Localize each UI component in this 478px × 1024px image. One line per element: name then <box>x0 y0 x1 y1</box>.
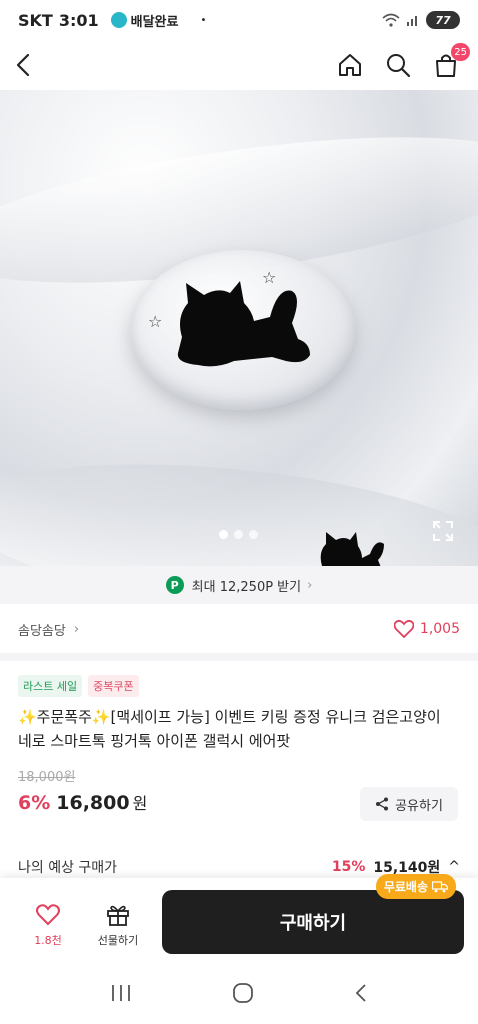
heart-icon <box>36 904 60 926</box>
sale-price: 16,800 <box>56 792 130 814</box>
star-decoration: ☆ <box>148 312 163 331</box>
share-icon <box>376 797 389 811</box>
top-nav: 25 <box>0 40 478 90</box>
status-bar: SKT 3:01 배달완료 • 77 <box>0 0 478 40</box>
star-decoration: ☆ <box>262 268 277 287</box>
wishlist-count: 1.8천 <box>34 934 62 947</box>
home-circle-icon <box>233 983 253 1003</box>
free-shipping-label: 무료배송 <box>383 880 428 894</box>
search-icon <box>387 54 411 78</box>
system-back-icon <box>355 984 366 1002</box>
point-reward-text: 최대 12,250P 받기 <box>191 579 302 595</box>
carrier-label: SKT <box>18 10 53 30</box>
gift-icon-wrap <box>88 902 148 928</box>
product-image-gallery[interactable]: ☆ ☆ <box>0 90 478 566</box>
store-like-button[interactable]: 1,005 <box>393 620 460 638</box>
share-button[interactable]: 공유하기 <box>360 787 458 821</box>
header-actions: 25 <box>334 43 470 81</box>
point-icon: P <box>165 576 184 594</box>
notification-dot: • <box>200 14 207 26</box>
coupon-badge: 중복쿠폰 <box>88 675 139 697</box>
expected-price-label: 나의 예상 구매가 <box>18 860 118 876</box>
original-price: 18,000원 <box>18 770 76 785</box>
back-icon <box>16 53 30 77</box>
point-reward-bar[interactable]: P 최대 12,250P 받기 › <box>0 566 478 604</box>
heart-icon <box>393 620 414 638</box>
delivery-label: 배달완료 <box>130 14 179 30</box>
page-dot[interactable] <box>219 530 228 539</box>
system-home-button[interactable] <box>232 982 254 1010</box>
gift-label: 선물하기 <box>97 934 139 947</box>
status-icons: 77 <box>382 11 460 29</box>
currency-label: 원 <box>132 794 148 813</box>
black-cat-keyring <box>320 532 384 566</box>
free-shipping-badge: 무료배송 <box>375 874 456 899</box>
home-button[interactable] <box>334 49 366 81</box>
gallery-pagination <box>219 530 258 539</box>
chevron-up-icon: ^ <box>448 859 460 875</box>
wifi-icon <box>382 13 400 27</box>
buy-label: 구매하기 <box>279 913 347 934</box>
page-dot[interactable] <box>249 530 258 539</box>
expected-discount: 15% <box>331 859 366 875</box>
delivery-notification: 배달완료 <box>110 11 179 30</box>
gift-button[interactable]: 선물하기 <box>88 902 148 948</box>
share-label: 공유하기 <box>395 798 443 814</box>
discount-rate: 6% <box>18 792 51 814</box>
store-row: 솜당솜당 › 1,005 <box>0 605 478 661</box>
recent-apps-icon <box>112 985 130 1001</box>
system-nav-bar <box>0 968 478 1024</box>
store-like-count: 1,005 <box>419 621 460 637</box>
home-icon <box>339 54 361 76</box>
buy-button[interactable]: 구매하기 <box>162 890 464 954</box>
fabric-fold <box>0 441 478 566</box>
recent-apps-button[interactable] <box>110 983 132 1009</box>
search-button[interactable] <box>382 49 414 81</box>
cart-count-badge: 25 <box>451 43 470 61</box>
store-name-link[interactable]: 솜당솜당 <box>18 620 66 639</box>
last-sale-badge: 라스트 세일 <box>18 675 83 697</box>
chevron-right-icon: › <box>307 577 313 593</box>
chevron-right-icon: › <box>73 621 80 637</box>
truck-icon <box>432 880 448 892</box>
wishlist-button[interactable]: 1.8천 <box>18 902 78 948</box>
battery-icon: 77 <box>426 11 460 29</box>
price-line: 6% 16,800 원 <box>18 790 147 814</box>
cart-button[interactable]: 25 <box>430 43 470 81</box>
expand-icon[interactable] <box>432 520 454 542</box>
gift-icon <box>107 905 129 926</box>
back-button[interactable] <box>16 50 46 80</box>
delivery-app-icon <box>110 12 127 28</box>
status-time: 3:01 <box>58 10 99 30</box>
product-title: ✨주문폭주✨[맥세이프 가능] 이벤트 키링 증정 유니크 검은고양이 네로 스… <box>18 708 441 750</box>
signal-icon <box>407 16 417 26</box>
purchase-bar: 1.8천 선물하기 구매하기 무료배송 <box>0 874 478 968</box>
heart-icon-wrap <box>18 902 78 928</box>
product-badges: 라스트 세일 중복쿠폰 <box>18 675 139 697</box>
page-dot[interactable] <box>234 530 243 539</box>
system-back-button[interactable] <box>354 983 368 1009</box>
black-cat-figure <box>177 281 310 367</box>
